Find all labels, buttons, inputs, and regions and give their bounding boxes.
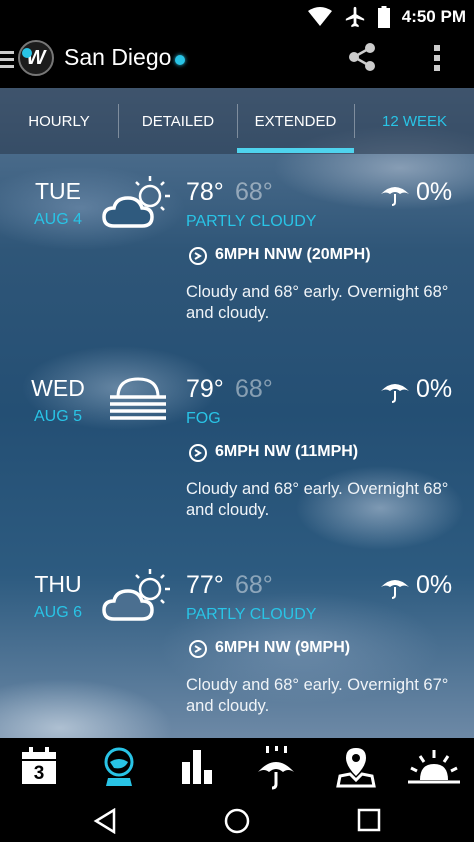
high-temp: 79° [186,375,224,403]
day-date: AUG 4 [33,211,82,228]
precip-umbrella-icon [381,187,409,206]
location-dot-icon [175,55,185,65]
forecast-day-row[interactable]: WED AUG 5 79° 68° FOG 0% 6MPH NW (11MPH)… [0,375,474,571]
bar-chart-icon[interactable] [180,746,214,786]
day-date: AUG 6 [33,604,82,621]
app-bar: W San Diego [0,34,474,88]
partly-cloudy-icon [102,569,170,621]
forecast-description: Cloudy and 68° early. Overnight 68° and … [186,480,449,519]
day-name: WED [31,375,85,401]
tab-hourly[interactable]: HOURLY [0,88,118,154]
share-icon[interactable] [346,41,378,73]
day-name: THU [34,571,82,597]
wind-info: 6MPH NNW (20MPH) [215,246,371,263]
fog-icon [110,377,166,420]
recents-icon[interactable] [357,808,381,832]
calendar-icon[interactable]: 3 [20,746,58,791]
high-temp: 77° [186,571,224,599]
tab-12-week[interactable]: 12 WEEK [355,88,474,154]
forecast-description: Cloudy and 68° early. Overnight 68° and … [186,283,449,322]
overflow-menu-icon[interactable] [430,43,444,73]
status-time: 4:50 PM [401,7,466,26]
precip-umbrella-icon [381,384,409,403]
tab-extended[interactable]: EXTENDED [237,88,354,154]
partly-cloudy-icon [102,176,170,228]
back-icon[interactable] [92,808,118,834]
forecast-day-row[interactable]: TUE AUG 4 78° 68° PARTLY CLOUDY 0% 6MPH … [0,176,474,374]
day-name: TUE [35,178,81,204]
low-temp: 68° [235,571,273,599]
wind-icon [189,444,207,462]
status-bar: 4:50 PM [0,0,474,34]
tab-selected-indicator [237,148,354,153]
home-icon[interactable] [224,808,250,834]
wind-icon [189,247,207,265]
high-temp: 78° [186,178,224,206]
condition-label: PARTLY CLOUDY [186,606,317,623]
battery-icon [377,6,390,28]
condition-label: FOG [186,410,221,427]
precip-chance: 0% [416,178,453,206]
logo-text: W [26,46,46,69]
wifi-icon [307,7,332,26]
day-date: AUG 5 [33,408,82,425]
system-nav-bar [0,796,474,842]
city-name[interactable]: San Diego [64,44,171,71]
precip-chance: 0% [416,375,453,403]
low-temp: 68° [235,375,273,403]
rain-umbrella-icon[interactable] [256,746,296,790]
wind-info: 6MPH NW (9MPH) [215,639,351,656]
tab-bar: HOURLY DETAILED EXTENDED 12 WEEK [0,88,474,154]
condition-label: PARTLY CLOUDY [186,213,317,230]
bottom-nav: 3 [0,738,474,796]
forecast-description: Cloudy and 68° early. Overnight 67° and … [186,676,449,715]
precip-umbrella-icon [381,580,409,599]
tab-detailed[interactable]: DETAILED [119,88,237,154]
calendar-number: 3 [33,763,45,784]
low-temp: 68° [235,178,273,206]
precip-chance: 0% [416,571,453,599]
app-logo[interactable]: W [18,40,54,76]
globe-icon[interactable] [102,746,136,788]
wind-icon [189,640,207,658]
menu-icon[interactable] [0,49,14,69]
airplane-icon [345,6,364,28]
wind-info: 6MPH NW (11MPH) [215,443,359,460]
sunrise-icon[interactable] [408,746,460,786]
map-pin-icon[interactable] [336,746,376,788]
